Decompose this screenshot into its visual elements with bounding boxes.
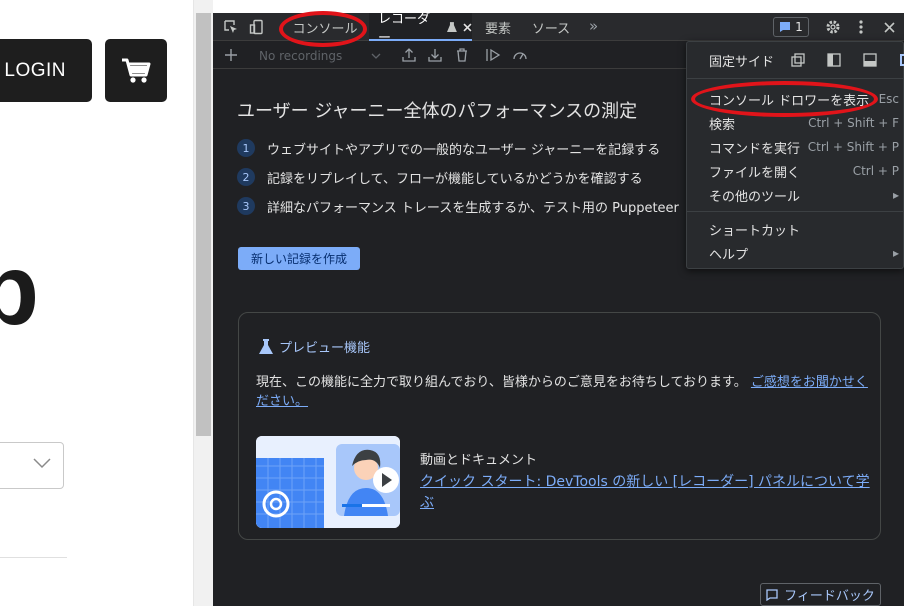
video-thumbnail-illustration: [256, 436, 400, 528]
page-title: ユーザー ジャーニー全体のパフォーマンスの測定: [237, 101, 638, 122]
login-button-label: LOGIN: [4, 59, 66, 81]
menu-separator: [687, 78, 904, 79]
step-number: 3: [237, 197, 255, 215]
preview-text: 現在、この機能に全力で取り組んでおり、皆様からのご意見をお待ちしております。: [256, 375, 747, 390]
step-item: 2 記録をリプレイして、フローが機能しているかどうかを確認する: [237, 167, 643, 187]
screenshot: LOGIN p コンソール レコーダー 要素 ソース » 1 No record…: [0, 0, 904, 606]
device-toolbar-icon[interactable]: [247, 17, 267, 37]
flask-icon: [259, 338, 273, 354]
more-options-icon[interactable]: [851, 17, 871, 37]
menu-item-help[interactable]: ヘルプ ▸: [687, 242, 904, 264]
undock-icon[interactable]: [791, 53, 805, 67]
flask-icon: [447, 21, 458, 32]
menu-separator: [687, 211, 904, 212]
heading-fragment: p: [0, 234, 40, 346]
step-item: 1 ウェブサイトやアプリでの一般的なユーザー ジャーニーを記録する: [237, 138, 660, 158]
menu-item-search[interactable]: 検索 Ctrl + Shift + F: [687, 112, 904, 134]
cart-icon: [122, 58, 151, 83]
menu-item-label: ヘルプ: [709, 247, 749, 263]
export-icon[interactable]: [399, 45, 419, 65]
dock-side-label: 固定サイド: [709, 54, 775, 70]
step-text: 詳細なパフォーマンス トレースを生成するか、テスト用の Puppeteer: [267, 200, 679, 216]
create-recording-label: 新しい記録を作成: [250, 252, 347, 266]
preview-title: プレビュー機能: [279, 341, 371, 356]
tab-console-label: コンソール: [292, 21, 358, 37]
preview-description: 現在、この機能に全力で取り組んでおり、皆様からのご意見をお待ちしております。 ご…: [256, 373, 868, 411]
tab-console[interactable]: コンソール: [292, 13, 358, 41]
more-tabs-icon[interactable]: »: [589, 17, 598, 35]
step-text: 記録をリプレイして、フローが機能しているかどうかを確認する: [267, 171, 643, 187]
preview-header: プレビュー機能: [259, 337, 370, 356]
menu-item-run-command[interactable]: コマンドを実行 Ctrl + Shift + P: [687, 136, 904, 158]
menu-item-shortcuts[interactable]: ショートカット: [687, 218, 904, 240]
menu-item-shortcut: Ctrl + Shift + P: [807, 140, 899, 154]
quickstart-link[interactable]: クイック スタート: DevTools の新しい [レコーダー] パネルについて…: [420, 472, 872, 514]
step-item: 3 詳細なパフォーマンス トレースを生成するか、テスト用の Puppeteer: [237, 196, 679, 216]
feedback-label: フィードバック: [784, 589, 875, 604]
menu-item-label: その他のツール: [709, 189, 801, 205]
menu-item-more-tools[interactable]: その他のツール ▸: [687, 184, 904, 206]
feedback-button[interactable]: フィードバック: [760, 583, 881, 606]
dock-left-icon[interactable]: [827, 53, 841, 67]
menu-item-label: ファイルを開く: [709, 165, 801, 181]
feedback-icon: [766, 588, 778, 601]
chevron-down-icon: [33, 458, 51, 469]
delete-icon[interactable]: [452, 45, 472, 65]
submenu-arrow-icon: ▸: [892, 246, 899, 260]
cart-button[interactable]: [105, 39, 167, 102]
menu-item-console-drawer[interactable]: コンソール ドロワーを表示 Esc: [687, 88, 904, 110]
close-devtools-icon[interactable]: [879, 17, 899, 37]
tab-elements[interactable]: 要素: [475, 13, 521, 41]
devtools-tabbar: コンソール レコーダー 要素 ソース » 1: [213, 13, 904, 46]
dock-right-icon[interactable]: [899, 53, 904, 67]
media-title: 動画とドキュメント: [420, 453, 538, 468]
devtools-customize-menu: 固定サイド コンソール ドロワーを表示 Esc 検索 Ctrl + Shift …: [686, 41, 904, 269]
submenu-arrow-icon: ▸: [892, 188, 899, 202]
dock-options: [791, 53, 904, 67]
step-number: 1: [237, 139, 255, 157]
menu-item-open-file[interactable]: ファイルを開く Ctrl + P: [687, 160, 904, 182]
menu-item-shortcut: Ctrl + P: [852, 164, 899, 178]
close-icon[interactable]: [463, 22, 472, 32]
menu-item-label: コンソール ドロワーを表示: [709, 93, 870, 109]
menu-item-shortcut: Ctrl + Shift + F: [808, 116, 899, 130]
add-recording-icon[interactable]: [221, 45, 241, 65]
step-text: ウェブサイトやアプリでの一般的なユーザー ジャーニーを記録する: [267, 142, 661, 158]
website-dropdown[interactable]: [0, 442, 64, 489]
scrollbar-thumb[interactable]: [196, 13, 211, 436]
tab-sources-label: ソース: [531, 21, 571, 37]
create-recording-button[interactable]: 新しい記録を作成: [238, 247, 360, 270]
settings-gear-icon[interactable]: [823, 17, 843, 37]
inspect-element-icon[interactable]: [221, 17, 241, 37]
tab-recorder[interactable]: レコーダー: [369, 13, 472, 46]
chevron-down-icon: [371, 53, 381, 59]
divider: [0, 557, 67, 558]
website-scrollbar[interactable]: [193, 0, 213, 606]
dock-bottom-icon[interactable]: [863, 53, 877, 67]
recording-select-value: No recordings: [259, 48, 343, 63]
issues-count: 1: [795, 20, 803, 34]
preview-card: プレビュー機能 現在、この機能に全力で取り組んでおり、皆様からのご意見をお待ちし…: [238, 312, 881, 540]
menu-item-shortcut: Esc: [878, 92, 899, 106]
video-thumbnail[interactable]: [256, 436, 400, 528]
tab-elements-label: 要素: [484, 21, 511, 37]
step-number: 2: [237, 168, 255, 186]
issues-badge[interactable]: 1: [773, 17, 809, 37]
tab-sources[interactable]: ソース: [525, 13, 577, 41]
website-area: LOGIN p: [0, 0, 193, 606]
import-icon[interactable]: [425, 45, 445, 65]
performance-icon[interactable]: [510, 45, 530, 65]
recording-select[interactable]: No recordings: [251, 46, 387, 65]
menu-item-label: コマンドを実行: [709, 141, 801, 157]
menu-item-label: 検索: [709, 117, 736, 133]
menu-item-label: ショートカット: [709, 223, 801, 239]
message-icon: [780, 22, 791, 32]
replay-icon[interactable]: [484, 45, 504, 65]
login-button[interactable]: LOGIN: [0, 39, 92, 102]
